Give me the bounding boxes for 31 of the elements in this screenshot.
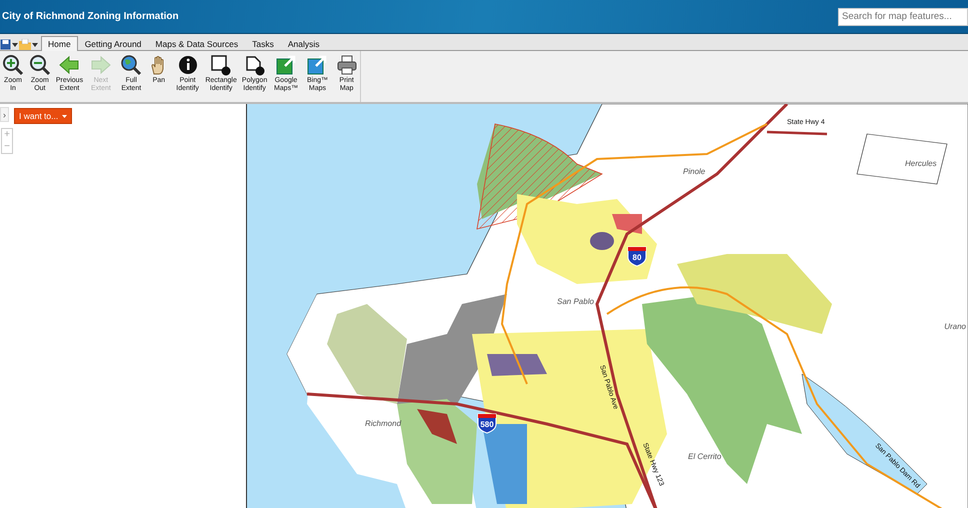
place-label: Pinole <box>683 167 706 176</box>
zoom-in-icon <box>2 54 24 76</box>
place-label: El Cerrito <box>688 452 722 461</box>
caret-icon <box>62 114 68 118</box>
map-link-icon <box>306 54 328 76</box>
app-title: City of Richmond Zoning Information <box>1 11 179 22</box>
info-icon <box>176 54 199 76</box>
back-arrow-icon <box>58 54 80 76</box>
polygon-identify-icon <box>244 54 266 76</box>
dropdown-caret-icon[interactable] <box>12 42 18 46</box>
rectangle-identify-icon <box>210 54 232 76</box>
ribbon-tab[interactable]: Getting Around <box>78 36 148 51</box>
place-label: Urano <box>944 322 966 331</box>
ribbon-tab[interactable]: Maps & Data Sources <box>148 36 246 51</box>
place-label: Hercules <box>905 159 937 168</box>
ribbon-tab[interactable]: Home <box>41 36 78 51</box>
forward-arrow-icon <box>90 54 112 76</box>
globe-magnifier-icon <box>120 54 142 76</box>
highway-shield: 80 <box>628 246 646 266</box>
save-icon[interactable] <box>0 39 11 50</box>
ribbon-tab[interactable]: Analysis <box>280 36 326 51</box>
panel-toggle[interactable]: › <box>0 107 9 122</box>
highway-shield: 580 <box>478 414 496 434</box>
dropdown-caret-icon[interactable] <box>32 42 38 46</box>
zoom-out-icon <box>28 54 51 76</box>
search-field[interactable]: Search for map features... <box>838 8 968 26</box>
map-link-icon <box>275 54 298 76</box>
place-label: San Pablo <box>557 297 594 306</box>
menu-button[interactable]: I want to... <box>14 108 72 124</box>
printer-icon <box>336 54 358 76</box>
ribbon-tab[interactable]: Tasks <box>245 36 281 51</box>
